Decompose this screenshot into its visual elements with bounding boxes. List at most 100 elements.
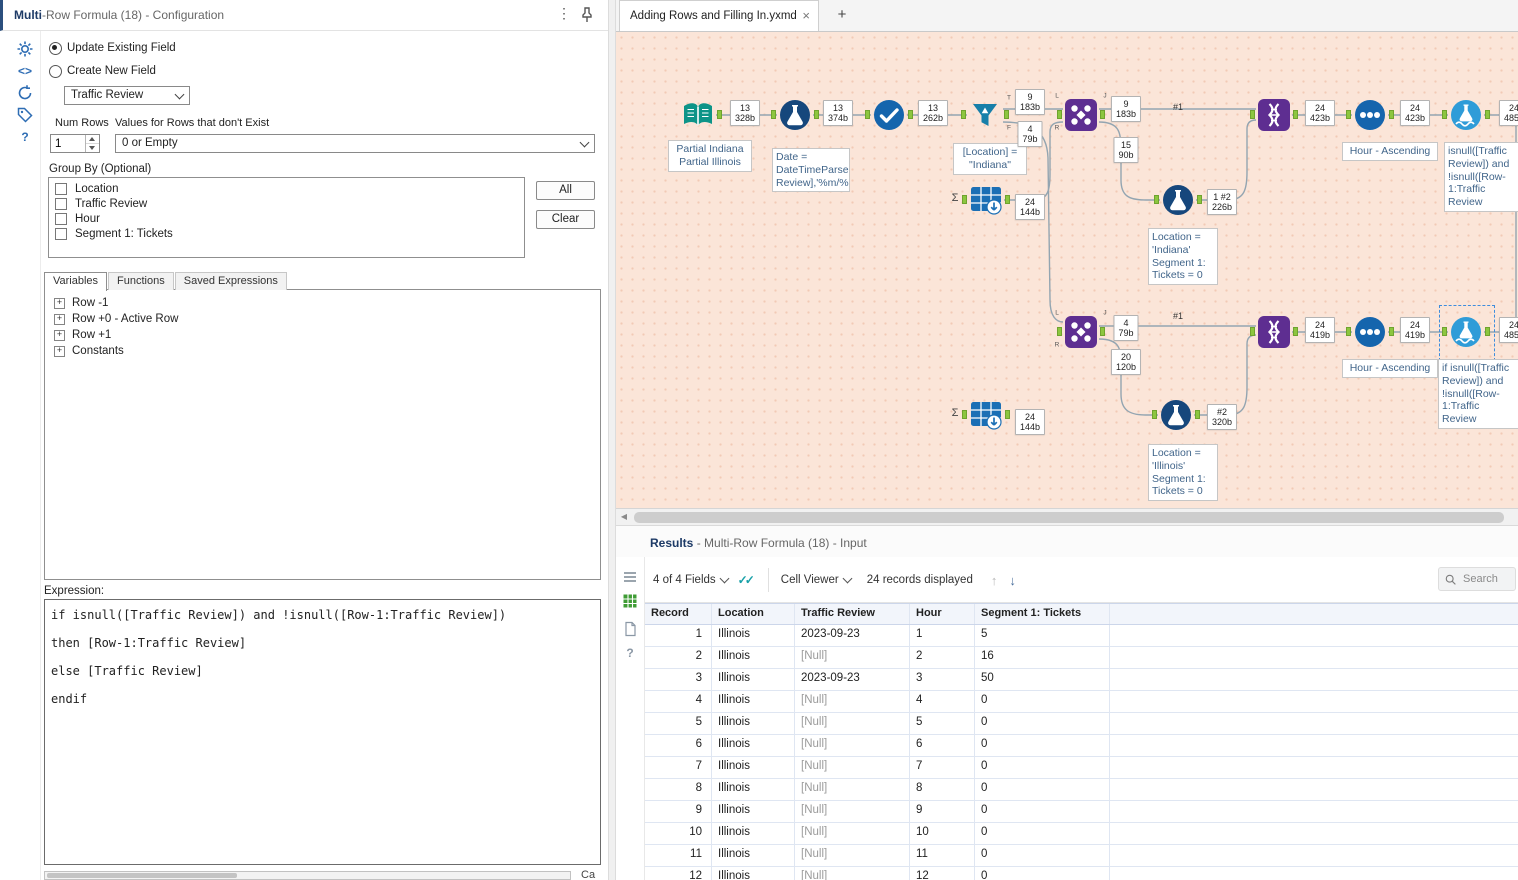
table-cell[interactable]: 4: [645, 691, 712, 712]
scrollbar-thumb[interactable]: [47, 873, 237, 878]
table-cell[interactable]: 7: [645, 757, 712, 778]
table-cell[interactable]: [Null]: [795, 867, 910, 880]
table-cell[interactable]: 3: [645, 669, 712, 690]
table-cell[interactable]: Illinois: [712, 757, 795, 778]
table-row[interactable]: 4Illinois[Null]40: [645, 691, 1518, 713]
output-anchor[interactable]: [1004, 110, 1009, 119]
checkbox-icon[interactable]: [55, 228, 67, 240]
tool-multirow-bottom[interactable]: [1448, 314, 1484, 350]
stepper-down-icon[interactable]: [86, 144, 99, 152]
table-cell[interactable]: 1: [910, 625, 975, 646]
tool-annotation[interactable]: Partial Indiana Partial Illinois: [668, 140, 752, 172]
close-icon[interactable]: ×: [802, 1, 810, 31]
table-cell[interactable]: 0: [975, 735, 1110, 756]
output-anchor[interactable]: [1197, 195, 1202, 204]
tool-sort-bottom[interactable]: [1352, 314, 1388, 350]
panel-menu-icon[interactable]: ⋮: [556, 5, 572, 22]
input-anchor[interactable]: [1152, 410, 1157, 419]
pin-icon[interactable]: [578, 6, 596, 24]
radio-update-existing-field[interactable]: [49, 42, 62, 55]
input-anchor[interactable]: [962, 410, 967, 419]
clear-button[interactable]: Clear: [536, 210, 595, 229]
num-rows-input[interactable]: [51, 135, 87, 152]
table-cell[interactable]: 1: [645, 625, 712, 646]
table-cell[interactable]: 2023-09-23: [795, 669, 910, 690]
table-row[interactable]: 1Illinois2023-09-2315: [645, 625, 1518, 647]
expand-plus-icon[interactable]: +: [54, 346, 65, 357]
table-cell[interactable]: 2: [910, 647, 975, 668]
expand-plus-icon[interactable]: +: [54, 314, 65, 325]
table-cell[interactable]: 50: [975, 669, 1110, 690]
table-cell[interactable]: [Null]: [795, 691, 910, 712]
table-cell[interactable]: 6: [910, 735, 975, 756]
tree-item[interactable]: +Row +1: [45, 327, 600, 343]
new-tab-button[interactable]: +: [832, 5, 852, 25]
table-cell[interactable]: [Null]: [795, 823, 910, 844]
table-cell[interactable]: 11: [645, 845, 712, 866]
double-check-icon[interactable]: ✓✓: [738, 573, 752, 587]
output-anchor[interactable]: [1389, 327, 1394, 336]
field-select[interactable]: Traffic Review: [64, 86, 190, 105]
table-cell[interactable]: Illinois: [712, 691, 795, 712]
help-icon[interactable]: ?: [16, 128, 34, 146]
input-anchor[interactable]: [961, 110, 966, 119]
group-by-option[interactable]: Location: [49, 181, 524, 196]
tool-formula-indiana[interactable]: [1160, 182, 1196, 218]
input-anchor[interactable]: [962, 195, 967, 204]
input-anchor[interactable]: [1442, 110, 1447, 119]
table-cell[interactable]: Illinois: [712, 779, 795, 800]
tool-generate-rows-bottom[interactable]: [968, 397, 1004, 433]
table-cell[interactable]: [Null]: [795, 735, 910, 756]
table-cell[interactable]: 5: [975, 625, 1110, 646]
cell-viewer-dropdown[interactable]: Cell Viewer: [781, 574, 851, 586]
table-cell[interactable]: 6: [645, 735, 712, 756]
table-row[interactable]: 6Illinois[Null]60: [645, 735, 1518, 757]
table-cell[interactable]: 11: [910, 845, 975, 866]
table-cell[interactable]: Illinois: [712, 647, 795, 668]
tool-union-top[interactable]: [1256, 97, 1292, 133]
tab-saved-expressions[interactable]: Saved Expressions: [175, 272, 287, 290]
expand-plus-icon[interactable]: +: [54, 330, 65, 341]
tool-annotation[interactable]: if isnull([Traffic Review]) and !isnull(…: [1438, 359, 1518, 429]
table-cell[interactable]: Illinois: [712, 823, 795, 844]
table-row[interactable]: 9Illinois[Null]90: [645, 801, 1518, 823]
table-cell[interactable]: Illinois: [712, 625, 795, 646]
group-by-option[interactable]: Segment 1: Tickets: [49, 226, 524, 241]
table-row[interactable]: 12Illinois[Null]120: [645, 867, 1518, 880]
table-cell[interactable]: [Null]: [795, 713, 910, 734]
tool-union-bottom[interactable]: [1256, 314, 1292, 350]
output-anchor[interactable]: [814, 110, 819, 119]
canvas-hscrollbar[interactable]: ◀: [616, 508, 1518, 525]
up-arrow-icon[interactable]: ↑: [991, 573, 998, 588]
output-anchor[interactable]: [1485, 110, 1490, 119]
search-input[interactable]: [1461, 572, 1511, 586]
column-header[interactable]: Hour: [910, 604, 975, 624]
table-cell[interactable]: 12: [910, 867, 975, 880]
table-row[interactable]: 3Illinois2023-09-23350: [645, 669, 1518, 691]
gear-icon[interactable]: [16, 40, 34, 58]
workflow-tab[interactable]: Adding Rows and Filling In.yxmd ×: [619, 0, 819, 31]
table-cell[interactable]: 9: [910, 801, 975, 822]
tool-annotation[interactable]: Hour - Ascending: [1342, 142, 1438, 161]
table-cell[interactable]: Illinois: [712, 713, 795, 734]
column-header[interactable]: Record: [645, 604, 712, 624]
expand-plus-icon[interactable]: +: [54, 298, 65, 309]
tool-check-data[interactable]: [871, 97, 907, 133]
code-icon[interactable]: <>: [16, 62, 34, 80]
input-anchor[interactable]: [865, 110, 870, 119]
output-anchor[interactable]: [1005, 410, 1010, 419]
tool-generate-rows-top[interactable]: [968, 182, 1004, 218]
checkbox-icon[interactable]: [55, 213, 67, 225]
table-cell[interactable]: [Null]: [795, 779, 910, 800]
table-row[interactable]: 10Illinois[Null]100: [645, 823, 1518, 845]
table-cell[interactable]: [Null]: [795, 757, 910, 778]
search-box[interactable]: [1438, 567, 1516, 591]
tool-annotation[interactable]: isnull([Traffic Review]) and !isnull([Ro…: [1444, 142, 1518, 212]
group-by-listbox[interactable]: LocationTraffic ReviewHourSegment 1: Tic…: [48, 177, 525, 258]
input-anchor[interactable]: [1057, 327, 1062, 336]
table-cell[interactable]: 2023-09-23: [795, 625, 910, 646]
table-cell[interactable]: 10: [910, 823, 975, 844]
all-button[interactable]: All: [536, 181, 595, 200]
output-anchor[interactable]: [1005, 195, 1010, 204]
table-cell[interactable]: 0: [975, 779, 1110, 800]
